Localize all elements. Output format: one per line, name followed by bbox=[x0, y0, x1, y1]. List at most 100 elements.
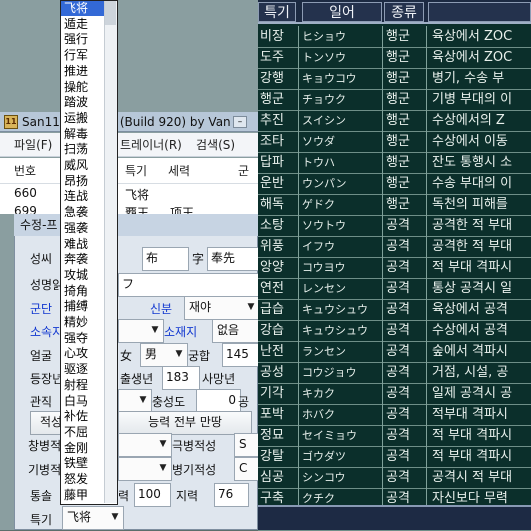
skill-row: 도주 トンソウ 행군 육상에서 ZOC bbox=[258, 47, 531, 69]
max-all-abilities-button[interactable]: 능력 전부 만땅 bbox=[118, 411, 252, 435]
skill-type: 행군 bbox=[386, 71, 410, 86]
affiliation-select[interactable]: ▼ bbox=[118, 319, 164, 343]
label-cavalry-aptitude: 기병적 bbox=[28, 463, 62, 477]
column-divider bbox=[426, 110, 427, 131]
column-header-corps[interactable]: 군 bbox=[238, 158, 249, 183]
skill-type: 공격 bbox=[386, 365, 410, 380]
column-divider bbox=[298, 68, 299, 89]
skill-type: 행군 bbox=[386, 134, 410, 149]
column-divider bbox=[382, 47, 383, 68]
skill-description: 수상에서 공격 bbox=[432, 323, 508, 338]
list-row-number[interactable]: 699 bbox=[14, 204, 37, 214]
relation-input[interactable]: 145 bbox=[222, 343, 260, 367]
label-loyalty: 충성도 bbox=[152, 395, 186, 409]
given-name-input[interactable]: 布 bbox=[142, 247, 189, 271]
chevron-down-icon: ▼ bbox=[151, 325, 159, 335]
column-divider bbox=[426, 131, 427, 152]
skill-row: 기각 キカク 공격 일제 공격시 공 bbox=[258, 383, 531, 405]
skill-reading: ゲドク bbox=[302, 198, 335, 211]
skill-description: 수송 부대의 이 bbox=[432, 176, 513, 191]
skill-reading: キカク bbox=[302, 387, 335, 400]
column-divider bbox=[382, 257, 383, 278]
column-divider bbox=[426, 68, 427, 89]
skill-type: 공격 bbox=[386, 218, 410, 233]
list-row-number[interactable]: 660 bbox=[14, 186, 37, 200]
column-divider bbox=[426, 173, 427, 194]
column-divider bbox=[298, 194, 299, 215]
column-divider bbox=[298, 110, 299, 131]
skill-name: 심공 bbox=[260, 470, 284, 485]
column-divider bbox=[298, 467, 299, 488]
label-halberd-aptitude: 극병적성 bbox=[172, 439, 217, 453]
loyalty-input[interactable]: 0 bbox=[196, 389, 241, 413]
skill-reading: ホバク bbox=[302, 408, 335, 421]
column-divider bbox=[426, 383, 427, 404]
skill-row: 포박 ホバク 공격 적부대 격파시 bbox=[258, 404, 531, 426]
skill-type: 공격 bbox=[386, 428, 410, 443]
skill-row: 조타 ソウダ 행군 수상에서 이동 bbox=[258, 131, 531, 153]
list-row-special[interactable]: 飞将 bbox=[125, 186, 149, 203]
skill-type: 행군 bbox=[386, 176, 410, 191]
special-select[interactable]: 飞将 ▼ bbox=[62, 506, 124, 530]
menu-search[interactable]: 검색(S) bbox=[196, 133, 235, 156]
header-type: 종류 bbox=[384, 2, 424, 22]
territory-select[interactable]: 없음 bbox=[212, 319, 261, 343]
skill-row: 앙양 コウヨウ 공격 적 부대 격파시 bbox=[258, 257, 531, 279]
skill-description: 병기, 수송 부 bbox=[432, 71, 505, 86]
column-divider bbox=[382, 215, 383, 236]
skill-type: 공격 bbox=[386, 281, 410, 296]
column-divider bbox=[298, 362, 299, 383]
skill-table-footer bbox=[258, 505, 531, 530]
column-divider bbox=[426, 194, 427, 215]
column-divider bbox=[426, 215, 427, 236]
birth-year-input[interactable]: 183 bbox=[162, 366, 200, 390]
rank-select[interactable]: ▼ bbox=[118, 389, 152, 413]
intellect-input[interactable]: 76 bbox=[214, 483, 249, 507]
column-divider bbox=[382, 236, 383, 257]
skill-description: 공격한 적 부대 bbox=[432, 239, 513, 254]
menu-file[interactable]: 파일(F) bbox=[14, 133, 52, 156]
skill-type: 행군 bbox=[386, 113, 410, 128]
label-affiliation: 소속지 bbox=[30, 325, 64, 339]
status-select[interactable]: 재야 ▼ bbox=[184, 296, 260, 320]
chevron-down-icon: ▼ bbox=[139, 395, 147, 405]
label-gender: 女 bbox=[120, 349, 133, 363]
minimize-button[interactable]: – bbox=[233, 116, 247, 128]
halberd-aptitude-select[interactable]: S bbox=[234, 433, 261, 457]
skill-reading: スイシン bbox=[302, 114, 346, 127]
column-header-special[interactable]: 특기 bbox=[125, 158, 147, 183]
skill-type: 공격 bbox=[386, 302, 410, 317]
column-divider bbox=[426, 26, 427, 47]
list-row-name[interactable]: 项王 bbox=[170, 204, 194, 214]
list-row-title[interactable]: 覇王 bbox=[125, 204, 149, 214]
column-divider bbox=[382, 89, 383, 110]
column-divider bbox=[382, 68, 383, 89]
skill-type: 공격 bbox=[386, 407, 410, 422]
cavalry-aptitude-select[interactable]: ▼ bbox=[118, 457, 172, 481]
name-reading-input[interactable]: フ bbox=[118, 273, 260, 297]
dropdown-scroll-thumb[interactable] bbox=[105, 1, 116, 25]
menu-trainer[interactable]: 트레이너(R) bbox=[120, 133, 182, 156]
column-divider bbox=[382, 320, 383, 341]
dropdown-scrollbar[interactable] bbox=[104, 1, 117, 503]
skill-row: 공성 コウジョウ 공격 거점, 시설, 공 bbox=[258, 362, 531, 384]
gender-select[interactable]: 男 ▼ bbox=[140, 343, 188, 367]
skill-row: 강행 キョウコウ 행군 병기, 수송 부 bbox=[258, 68, 531, 90]
zi-input[interactable]: 奉先 bbox=[207, 247, 260, 271]
war-input[interactable]: 100 bbox=[134, 483, 171, 507]
skill-description: 수상에서 이동 bbox=[432, 134, 508, 149]
label-status: 신분 bbox=[150, 302, 173, 316]
skill-row: 강탈 ゴウダツ 공격 적 부대 격파시 bbox=[258, 446, 531, 468]
skill-description: 독천의 피해를 bbox=[432, 197, 508, 212]
siege-aptitude-select[interactable]: C bbox=[234, 457, 261, 481]
header-japanese: 일어 bbox=[302, 2, 382, 22]
column-header-number[interactable]: 번호 bbox=[14, 158, 36, 183]
chevron-down-icon: ▼ bbox=[159, 463, 167, 473]
column-divider bbox=[298, 236, 299, 257]
skill-reading: セイミョウ bbox=[302, 429, 357, 442]
spear-aptitude-select[interactable]: ▼ bbox=[118, 433, 172, 457]
label-birth-year: 출생년 bbox=[120, 372, 154, 386]
skill-reading: チョウク bbox=[302, 93, 346, 106]
column-header-faction[interactable]: 세력 bbox=[168, 158, 190, 183]
skill-type: 공격 bbox=[386, 344, 410, 359]
